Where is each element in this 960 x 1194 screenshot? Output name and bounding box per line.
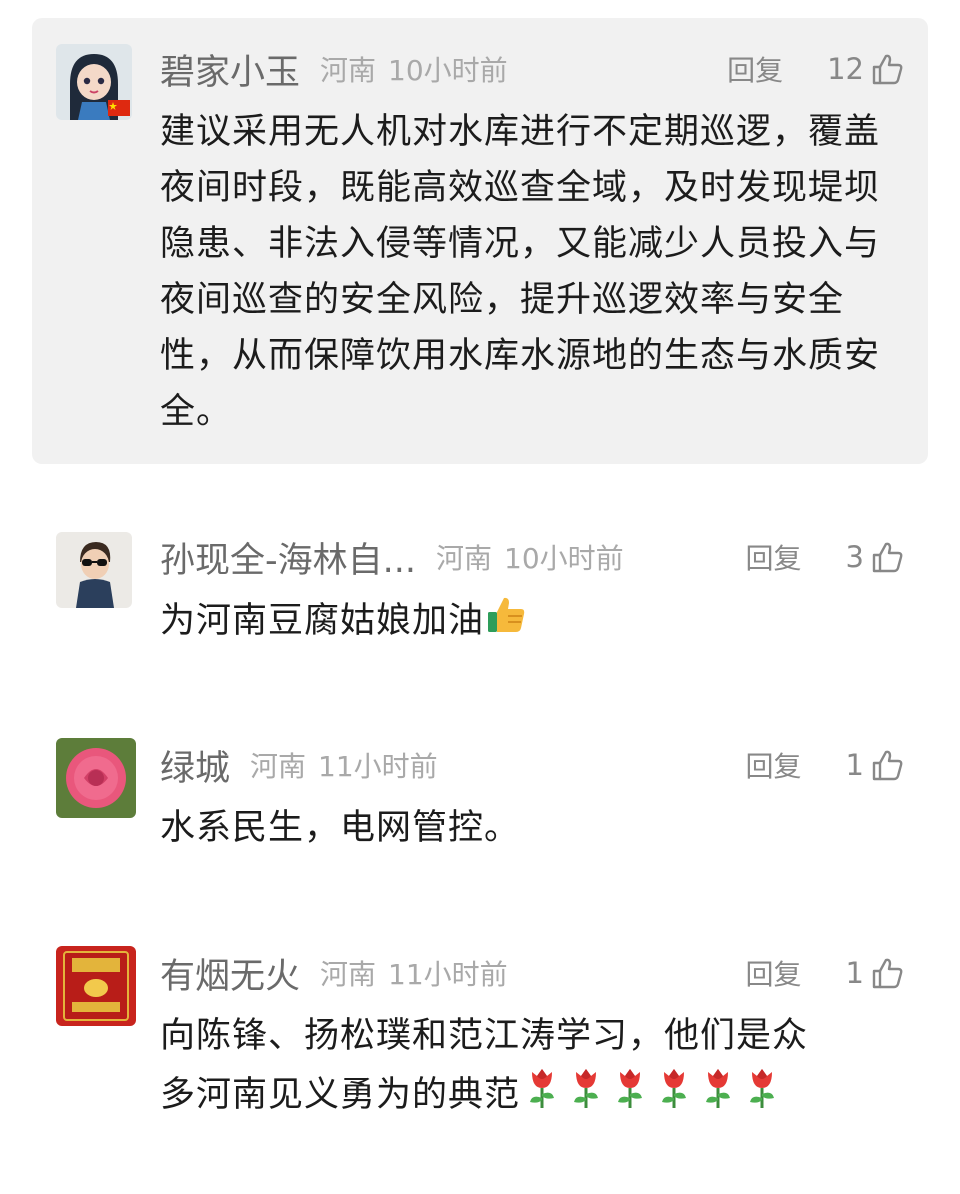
- like-count: 1: [845, 956, 864, 990]
- avatar[interactable]: [56, 532, 132, 608]
- comment-text: 为河南豆腐姑娘加油: [160, 601, 485, 641]
- thumbs-up-icon[interactable]: [870, 540, 904, 574]
- thumbs-up-emoji-icon: [488, 597, 525, 632]
- comment-header: 有烟无火 河南 11小时前: [160, 948, 508, 998]
- location: 河南: [250, 750, 307, 783]
- comment-actions: 回复 12: [727, 44, 904, 94]
- reply-button[interactable]: 回复: [746, 953, 802, 993]
- rose-emoji-row: [520, 1069, 784, 1115]
- timestamp: 11小时前: [318, 750, 438, 783]
- comment-text: 多河南见义勇为的典范: [160, 1075, 521, 1115]
- cigarette-pack-avatar-icon: [56, 946, 136, 1026]
- reply-button[interactable]: 回复: [746, 745, 802, 785]
- username[interactable]: 有烟无火: [160, 948, 300, 999]
- thumbs-up-icon[interactable]: [870, 748, 904, 782]
- comment-actions: 回复 1: [746, 948, 904, 998]
- comment-text-wrap: 为河南豆腐姑娘加油: [160, 592, 528, 649]
- boy-sunglasses-avatar-icon: [56, 532, 132, 608]
- like-count: 3: [845, 540, 864, 574]
- like-count: 12: [827, 52, 864, 86]
- like-count: 1: [845, 748, 864, 782]
- timestamp: 11小时前: [388, 958, 508, 991]
- rose-emoji-icon: [706, 1069, 731, 1108]
- avatar[interactable]: [56, 738, 136, 818]
- china-flag-icon: [108, 100, 130, 116]
- comment-card: 绿城 河南 11小时前 回复 1 水系民生，电网管控。: [0, 726, 960, 876]
- rose-emoji-icon: [618, 1069, 643, 1108]
- timestamp: 10小时前: [388, 54, 508, 87]
- comment-actions: 回复 1: [746, 740, 904, 790]
- comment-text-wrap: 向陈锋、扬松璞和范江涛学习，他们是众 多河南见义勇为的典范: [160, 1008, 808, 1123]
- username[interactable]: 碧家小玉: [160, 44, 300, 95]
- rose-emoji-icon: [750, 1069, 775, 1108]
- reply-button[interactable]: 回复: [727, 49, 783, 89]
- comment-header: 孙现全-海林自... 河南 10小时前: [160, 532, 624, 582]
- comment-actions: 回复 3: [746, 532, 904, 582]
- location: 河南: [320, 958, 377, 991]
- comment-text-line: 向陈锋、扬松璞和范江涛学习，他们是众: [160, 1016, 809, 1056]
- location: 河南: [320, 54, 377, 87]
- reply-button[interactable]: 回复: [746, 537, 802, 577]
- username[interactable]: 绿城: [160, 740, 230, 791]
- comment-text: 水系民生，电网管控。: [160, 808, 521, 848]
- rose-avatar-icon: [56, 738, 136, 818]
- comment-card-highlighted: 碧家小玉 河南 10小时前 回复 12 建议采用无人机对水库进行不定期巡逻，覆盖…: [32, 18, 928, 464]
- timestamp: 10小时前: [504, 542, 624, 575]
- comment-header: 碧家小玉 河南 10小时前: [160, 44, 508, 94]
- comment-header: 绿城 河南 11小时前: [160, 740, 438, 790]
- avatar[interactable]: [56, 946, 136, 1026]
- comment-text: 建议采用无人机对水库进行不定期巡逻，覆盖夜间时段，既能高效巡查全域，及时发现堤坝…: [160, 112, 881, 432]
- rose-emoji-icon: [530, 1069, 555, 1108]
- comment-card: 孙现全-海林自... 河南 10小时前 回复 3 为河南豆腐姑娘加油: [0, 518, 960, 668]
- username[interactable]: 孙现全-海林自...: [160, 532, 416, 583]
- rose-emoji-icon: [662, 1069, 687, 1108]
- location: 河南: [436, 542, 493, 575]
- thumbs-up-icon[interactable]: [870, 52, 904, 86]
- avatar[interactable]: [56, 44, 132, 120]
- comment-card: 有烟无火 河南 11小时前 回复 1 向陈锋、扬松璞和范江涛学习，他们是众 多河…: [0, 934, 960, 1134]
- comment-text-line: 多河南见义勇为的典范: [160, 1064, 808, 1123]
- thumbs-up-icon[interactable]: [870, 956, 904, 990]
- rose-emoji-icon: [574, 1069, 599, 1108]
